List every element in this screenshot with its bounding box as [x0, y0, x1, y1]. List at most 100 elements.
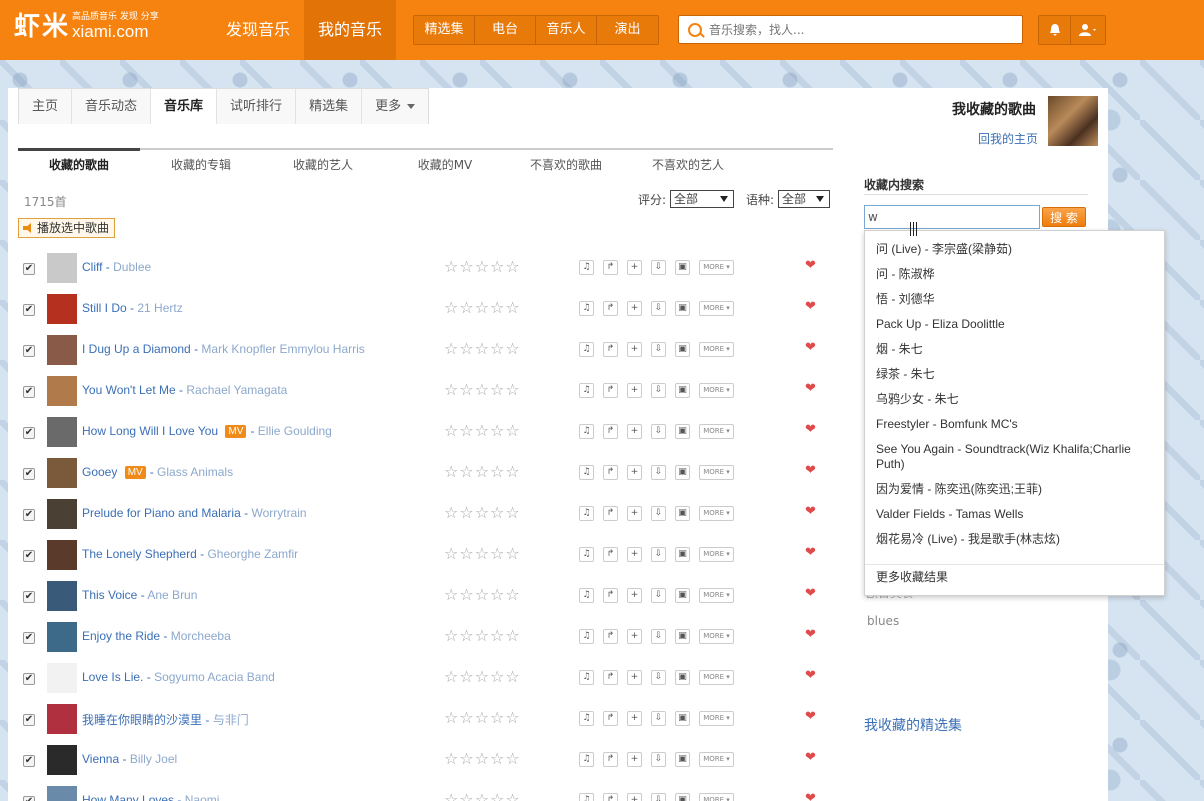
song-artist[interactable]: Mark Knopfler Emmylou Harris [201, 342, 364, 356]
mobile-icon[interactable]: ▣ [675, 383, 690, 398]
subnav-collections[interactable]: 精选集 [414, 16, 475, 44]
rating-stars[interactable]: ☆☆☆☆☆ [444, 668, 521, 686]
album-cover[interactable] [47, 581, 77, 611]
listen-icon[interactable]: ♫ [579, 752, 594, 767]
song-title[interactable]: Enjoy the Ride [82, 629, 160, 643]
avatar[interactable] [1048, 96, 1098, 146]
album-cover[interactable] [47, 540, 77, 570]
song-artist[interactable]: Rachael Yamagata [186, 383, 287, 397]
more-button[interactable]: MORE ▾ [699, 793, 734, 801]
download-icon[interactable]: ⇩ [651, 752, 666, 767]
tab-more[interactable]: 更多 [362, 89, 429, 124]
share-icon[interactable]: ↱ [603, 711, 618, 726]
tab-music-library[interactable]: 音乐库 [151, 89, 218, 124]
download-icon[interactable]: ⇩ [651, 506, 666, 521]
add-icon[interactable]: + [627, 260, 642, 275]
song-checkbox[interactable]: ✔ [23, 427, 35, 439]
suggestion-item[interactable]: 烟花易冷 (Live) - 我是歌手(林志炫) [876, 532, 1156, 547]
song-title[interactable]: Gooey [82, 465, 117, 479]
download-icon[interactable]: ⇩ [651, 465, 666, 480]
suggestion-item[interactable]: 悟 - 刘德华 [876, 292, 1156, 307]
add-icon[interactable]: + [627, 629, 642, 644]
download-icon[interactable]: ⇩ [651, 711, 666, 726]
heart-icon[interactable]: ❤ [805, 299, 816, 314]
search-icon[interactable] [688, 22, 702, 37]
add-icon[interactable]: + [627, 547, 642, 562]
rating-stars[interactable]: ☆☆☆☆☆ [444, 709, 521, 727]
suggestion-item[interactable]: 烟 - 朱七 [876, 342, 1156, 357]
tab-collections[interactable]: 精选集 [296, 89, 363, 124]
song-checkbox[interactable]: ✔ [23, 263, 35, 275]
mobile-icon[interactable]: ▣ [675, 342, 690, 357]
listen-icon[interactable]: ♫ [579, 506, 594, 521]
rating-stars[interactable]: ☆☆☆☆☆ [444, 381, 521, 399]
subtab-fav-mv[interactable]: 收藏的MV [384, 150, 506, 178]
add-icon[interactable]: + [627, 383, 642, 398]
add-icon[interactable]: + [627, 301, 642, 316]
share-icon[interactable]: ↱ [603, 383, 618, 398]
subtab-disliked-songs[interactable]: 不喜欢的歌曲 [506, 150, 626, 178]
more-button[interactable]: MORE ▾ [699, 301, 734, 316]
rating-stars[interactable]: ☆☆☆☆☆ [444, 791, 521, 801]
heart-icon[interactable]: ❤ [805, 463, 816, 478]
suggestion-item[interactable]: Freestyler - Bomfunk MC's [876, 417, 1156, 432]
song-title[interactable]: I Dug Up a Diamond [82, 342, 191, 356]
suggestion-item[interactable]: 因为爱情 - 陈奕迅(陈奕迅;王菲) [876, 482, 1156, 497]
album-cover[interactable] [47, 458, 77, 488]
heart-icon[interactable]: ❤ [805, 791, 816, 801]
more-button[interactable]: MORE ▾ [699, 506, 734, 521]
share-icon[interactable]: ↱ [603, 260, 618, 275]
heart-icon[interactable]: ❤ [805, 668, 816, 683]
add-icon[interactable]: + [627, 752, 642, 767]
subnav-shows[interactable]: 演出 [597, 16, 658, 44]
download-icon[interactable]: ⇩ [651, 547, 666, 562]
mv-badge[interactable]: MV [124, 466, 146, 479]
share-icon[interactable]: ↱ [603, 588, 618, 603]
mobile-icon[interactable]: ▣ [675, 301, 690, 316]
my-collections-heading[interactable]: 我收藏的精选集 [864, 715, 962, 735]
song-checkbox[interactable]: ✔ [23, 673, 35, 685]
add-icon[interactable]: + [627, 342, 642, 357]
more-button[interactable]: MORE ▾ [699, 752, 734, 767]
song-checkbox[interactable]: ✔ [23, 345, 35, 357]
download-icon[interactable]: ⇩ [651, 383, 666, 398]
listen-icon[interactable]: ♫ [579, 670, 594, 685]
song-title[interactable]: This Voice [82, 588, 137, 602]
heart-icon[interactable]: ❤ [805, 340, 816, 355]
song-checkbox[interactable]: ✔ [23, 550, 35, 562]
tag-blues[interactable]: blues [867, 614, 899, 628]
rating-stars[interactable]: ☆☆☆☆☆ [444, 586, 521, 604]
user-icon[interactable] [1071, 16, 1105, 44]
song-title[interactable]: How Many Loves [82, 793, 174, 801]
rating-stars[interactable]: ☆☆☆☆☆ [444, 750, 521, 768]
fav-search-button[interactable]: 搜 索 [1042, 207, 1086, 227]
nav-my-music[interactable]: 我的音乐 [304, 0, 397, 60]
song-artist[interactable]: Naomi [185, 793, 220, 801]
play-selected-button[interactable]: 播放选中歌曲 [18, 218, 116, 238]
song-artist[interactable]: Ane Brun [147, 588, 197, 602]
xiami-logo[interactable]: 虾米 高品质音乐 发现 分享 xiami.com [14, 12, 159, 41]
song-artist[interactable]: Gheorghe Zamfir [207, 547, 298, 561]
heart-icon[interactable]: ❤ [805, 381, 816, 396]
listen-icon[interactable]: ♫ [579, 383, 594, 398]
heart-icon[interactable]: ❤ [805, 750, 816, 765]
download-icon[interactable]: ⇩ [651, 424, 666, 439]
heart-icon[interactable]: ❤ [805, 504, 816, 519]
song-title[interactable]: Cliff [82, 260, 102, 274]
share-icon[interactable]: ↱ [603, 629, 618, 644]
heart-icon[interactable]: ❤ [805, 627, 816, 642]
fav-search-input[interactable]: w [864, 205, 1040, 229]
share-icon[interactable]: ↱ [603, 670, 618, 685]
song-artist[interactable]: Morcheeba [171, 629, 231, 643]
song-artist[interactable]: Billy Joel [130, 752, 177, 766]
mobile-icon[interactable]: ▣ [675, 793, 690, 801]
song-checkbox[interactable]: ✔ [23, 591, 35, 603]
suggestion-item[interactable]: Pack Up - Eliza Doolittle [876, 317, 1156, 332]
listen-icon[interactable]: ♫ [579, 547, 594, 562]
album-cover[interactable] [47, 294, 77, 324]
suggestion-item[interactable]: 问 (Live) - 李宗盛(梁静茹) [876, 242, 1156, 257]
album-cover[interactable] [47, 622, 77, 652]
song-checkbox[interactable]: ✔ [23, 304, 35, 316]
album-cover[interactable] [47, 704, 77, 734]
song-checkbox[interactable]: ✔ [23, 509, 35, 521]
